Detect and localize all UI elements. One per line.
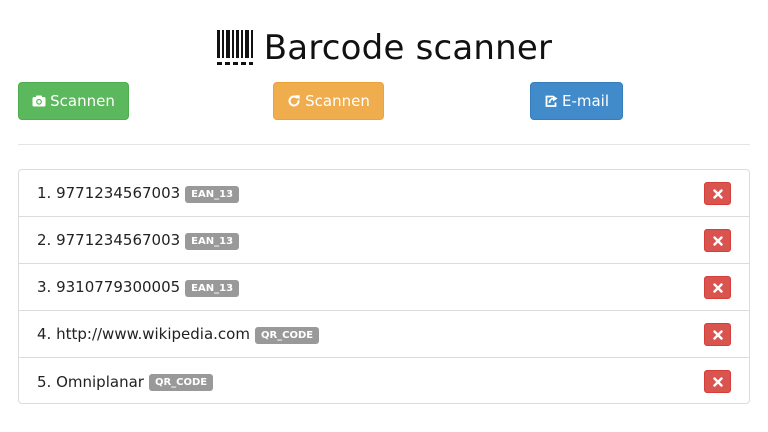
format-badge: QR_CODE (148, 374, 214, 391)
item-index: 2. (37, 231, 52, 249)
close-icon (712, 376, 723, 387)
share-icon (545, 95, 558, 107)
scan-camera-button[interactable]: Scannen (18, 82, 129, 120)
close-icon (712, 188, 723, 199)
email-label: E-mail (561, 92, 610, 110)
format-badge: QR_CODE (254, 326, 320, 344)
list-item: 5. Omniplanar QR_CODE (19, 358, 749, 405)
item-value: 9310779300005 (56, 278, 181, 296)
format-badge: EAN_13 (185, 279, 240, 297)
close-icon (712, 282, 723, 293)
close-icon (712, 235, 723, 246)
list-item: 3. 9310779300005 EAN_13 (19, 264, 749, 311)
close-icon (712, 329, 723, 340)
barcode-icon (216, 30, 253, 65)
delete-button[interactable] (704, 229, 731, 252)
item-index: 1. (37, 184, 52, 202)
refresh-icon (288, 95, 300, 107)
format-badge: EAN_13 (185, 232, 240, 250)
item-index: 5. (37, 372, 52, 391)
item-value: 9771234567003 (56, 231, 181, 249)
format-badge: EAN_13 (185, 185, 240, 203)
email-button[interactable]: E-mail (530, 82, 623, 120)
list-item: 1. 9771234567003 EAN_13 (19, 170, 749, 217)
item-index: 4. (37, 325, 52, 343)
scan-refresh-label: Scannen (305, 92, 370, 110)
item-value: 9771234567003 (56, 184, 181, 202)
scan-refresh-button[interactable]: Scannen (273, 82, 384, 120)
page-title: Barcode scanner (263, 28, 553, 68)
camera-icon (32, 95, 46, 107)
list-item: 2. 9771234567003 EAN_13 (19, 217, 749, 264)
delete-button[interactable] (704, 182, 731, 205)
page-header: Barcode scanner (0, 18, 768, 78)
delete-button[interactable] (704, 323, 731, 346)
item-value: Omniplanar (56, 372, 144, 391)
scan-list: 1. 9771234567003 EAN_13 2. 9771234567003… (18, 169, 750, 404)
item-index: 3. (37, 278, 52, 296)
delete-button[interactable] (704, 370, 731, 393)
list-item: 4. http://www.wikipedia.com QR_CODE (19, 311, 749, 358)
item-value: http://www.wikipedia.com (56, 325, 250, 343)
scan-camera-label: Scannen (50, 92, 115, 110)
delete-button[interactable] (704, 276, 731, 299)
divider (18, 144, 750, 145)
